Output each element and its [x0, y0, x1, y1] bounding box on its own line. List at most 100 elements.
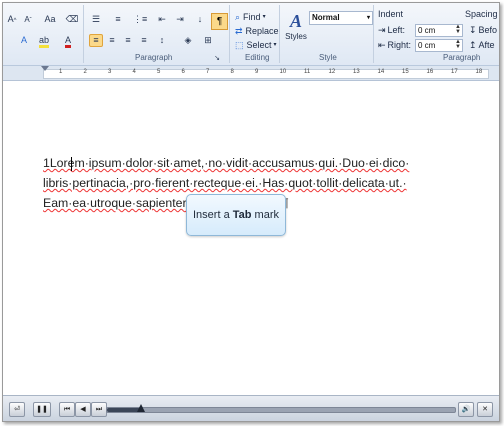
line-2-text: libris·pertinacia,·pro·fierent·recteque·…: [43, 176, 407, 190]
font-color-icon[interactable]: A: [61, 34, 75, 48]
indent-marker-icon[interactable]: [41, 66, 49, 71]
editing-group-label: Editing: [245, 53, 270, 62]
pilcrow-icon: ¶: [216, 16, 223, 27]
spacing-before-label: Befo: [478, 25, 498, 35]
increase-indent-icon[interactable]: ⇥: [173, 13, 187, 26]
change-case-button[interactable]: Aa: [41, 13, 59, 26]
spacing-after-icon: ↥: [469, 40, 477, 50]
spacing-after-row[interactable]: ↥ Afte: [469, 38, 495, 52]
line-3-text: Eam·ea·utroque·sapienter: [43, 196, 187, 210]
paragraph-dialog-launcher-icon[interactable]: ↘: [213, 52, 221, 65]
indent-right-input[interactable]: 0 cm ▲ ▼: [415, 39, 463, 52]
document-line: libris·pertinacia,·pro·fierent·recteque·…: [43, 173, 443, 193]
select-button[interactable]: ⬚ Select ▾: [235, 38, 277, 52]
ribbon: A^ Aˇ Aa ⌫ A ab A ☰ ≡ ⋮≡ ⇤ ⇥ ↓ ¶ ≡ ≡ ≡ ≡…: [3, 3, 499, 66]
ruler-number: 13: [353, 69, 360, 75]
spacing-title: Spacing: [465, 9, 498, 19]
progress-thumb[interactable]: [136, 404, 145, 412]
show-hide-marks-button[interactable]: ¶: [211, 13, 228, 30]
text-cursor: [71, 157, 72, 171]
styles-button[interactable]: A Styles: [284, 11, 308, 51]
tooltip-bold: Tab: [232, 209, 252, 221]
separator: [373, 5, 374, 63]
shading-icon[interactable]: ◈: [181, 34, 195, 47]
separator: [279, 5, 280, 63]
indent-left-input[interactable]: 0 cm ▲ ▼: [415, 24, 463, 37]
ruler-number: 17: [451, 69, 458, 75]
ruler-number: 8: [230, 69, 234, 75]
multilevel-list-icon[interactable]: ⋮≡: [133, 13, 147, 26]
sort-icon[interactable]: ↓: [193, 13, 207, 26]
borders-icon[interactable]: ⊞: [201, 34, 215, 47]
indent-right-value: 0 cm: [418, 41, 436, 50]
separator: [229, 5, 230, 63]
justify-icon[interactable]: ≡: [137, 34, 151, 47]
indent-left-value: 0 cm: [418, 26, 436, 35]
ruler-number: 18: [475, 69, 483, 75]
ruler-number: 11: [304, 69, 311, 75]
select-label: Select: [246, 40, 272, 50]
style-group-label: Style: [319, 53, 337, 62]
ruler-number: 16: [426, 69, 434, 75]
fast-forward-icon[interactable]: ⏭: [91, 402, 107, 417]
numbering-icon[interactable]: ≡: [111, 13, 125, 26]
find-label: Find: [243, 12, 261, 22]
line-1-text: 1Lorem·ipsum·dolor·sit·amet,·no·vidit·ac…: [43, 156, 410, 170]
paragraph-group-label: Paragraph: [135, 53, 173, 62]
bullets-icon[interactable]: ☰: [89, 13, 103, 26]
document-page[interactable]: 1Lorem·ipsum·dolor·sit·amet,·no·vidit·ac…: [3, 81, 499, 395]
ruler-number: 9: [255, 69, 259, 75]
line-spacing-icon[interactable]: ↕: [155, 34, 169, 47]
ruler-number: 3: [108, 69, 112, 75]
ruler-number: 5: [157, 69, 161, 75]
ruler-number: 12: [328, 69, 336, 75]
ruler-number: 10: [279, 69, 287, 75]
styles-icon: A: [289, 11, 302, 31]
pause-icon[interactable]: ❚❚: [33, 402, 51, 417]
ruler-number: 1: [59, 69, 63, 75]
align-left-icon[interactable]: ≡: [89, 34, 103, 47]
spacing-before-icon: ↧: [469, 25, 477, 35]
spacing-after-label: Afte: [478, 40, 495, 50]
replace-button[interactable]: ⇄ Replace: [235, 24, 279, 38]
document-line: 1Lorem·ipsum·dolor·sit·amet,·no·vidit·ac…: [43, 153, 443, 173]
find-icon: ⌕: [235, 12, 241, 22]
indent-right-row: ⇤ Right:: [378, 38, 411, 52]
progress-track[interactable]: [106, 407, 456, 413]
clear-formatting-icon[interactable]: ⌫: [65, 13, 79, 26]
change-case-label: Aa: [44, 14, 56, 24]
close-icon[interactable]: ✕: [477, 402, 493, 417]
ruler-number: 15: [402, 69, 409, 75]
highlight-color-icon[interactable]: ab: [37, 34, 51, 48]
style-select-value: Normal: [312, 13, 340, 22]
ruler-number: 7: [206, 69, 210, 75]
align-center-icon[interactable]: ≡: [105, 34, 119, 47]
step-back-icon[interactable]: ◀: [75, 402, 91, 417]
horizontal-ruler[interactable]: 1 2 3 4 5 6 7 8 9 10 11 12 13 14 15 16 17 18: [3, 66, 499, 81]
separator: [83, 5, 84, 63]
styles-label: Styles: [285, 32, 307, 41]
find-button[interactable]: ⌕ Find ▾: [235, 10, 266, 24]
app-window: A^ Aˇ Aa ⌫ A ab A ☰ ≡ ⋮≡ ⇤ ⇥ ↓ ¶ ≡ ≡ ≡ ≡…: [2, 2, 500, 422]
tooltip-suffix: mark: [251, 209, 279, 221]
replace-label: Replace: [245, 26, 279, 36]
text-effects-icon[interactable]: A: [17, 34, 31, 47]
grow-font-button[interactable]: A^: [5, 13, 19, 26]
align-right-icon[interactable]: ≡: [121, 34, 135, 47]
ruler-number: 4: [132, 69, 136, 75]
ruler-number: 6: [181, 69, 185, 75]
spacing-before-row[interactable]: ↧ Befo: [469, 23, 497, 37]
select-icon: ⬚: [235, 40, 244, 50]
indent-right-icon: ⇤: [378, 40, 386, 50]
return-icon[interactable]: ⏎: [9, 402, 25, 417]
indent-right-label: Right:: [387, 40, 412, 50]
indent-left-label: Left:: [387, 25, 406, 35]
decrease-indent-icon[interactable]: ⇤: [155, 13, 169, 26]
indent-left-icon: ⇥: [378, 25, 386, 35]
volume-icon[interactable]: 🔊: [458, 402, 474, 417]
shrink-font-button[interactable]: Aˇ: [21, 13, 35, 26]
ruler-number: 2: [83, 69, 87, 75]
rewind-icon[interactable]: ⏮: [59, 402, 75, 417]
style-select[interactable]: Normal ▾: [309, 11, 373, 25]
tooltip-prefix: Insert a: [193, 209, 233, 221]
